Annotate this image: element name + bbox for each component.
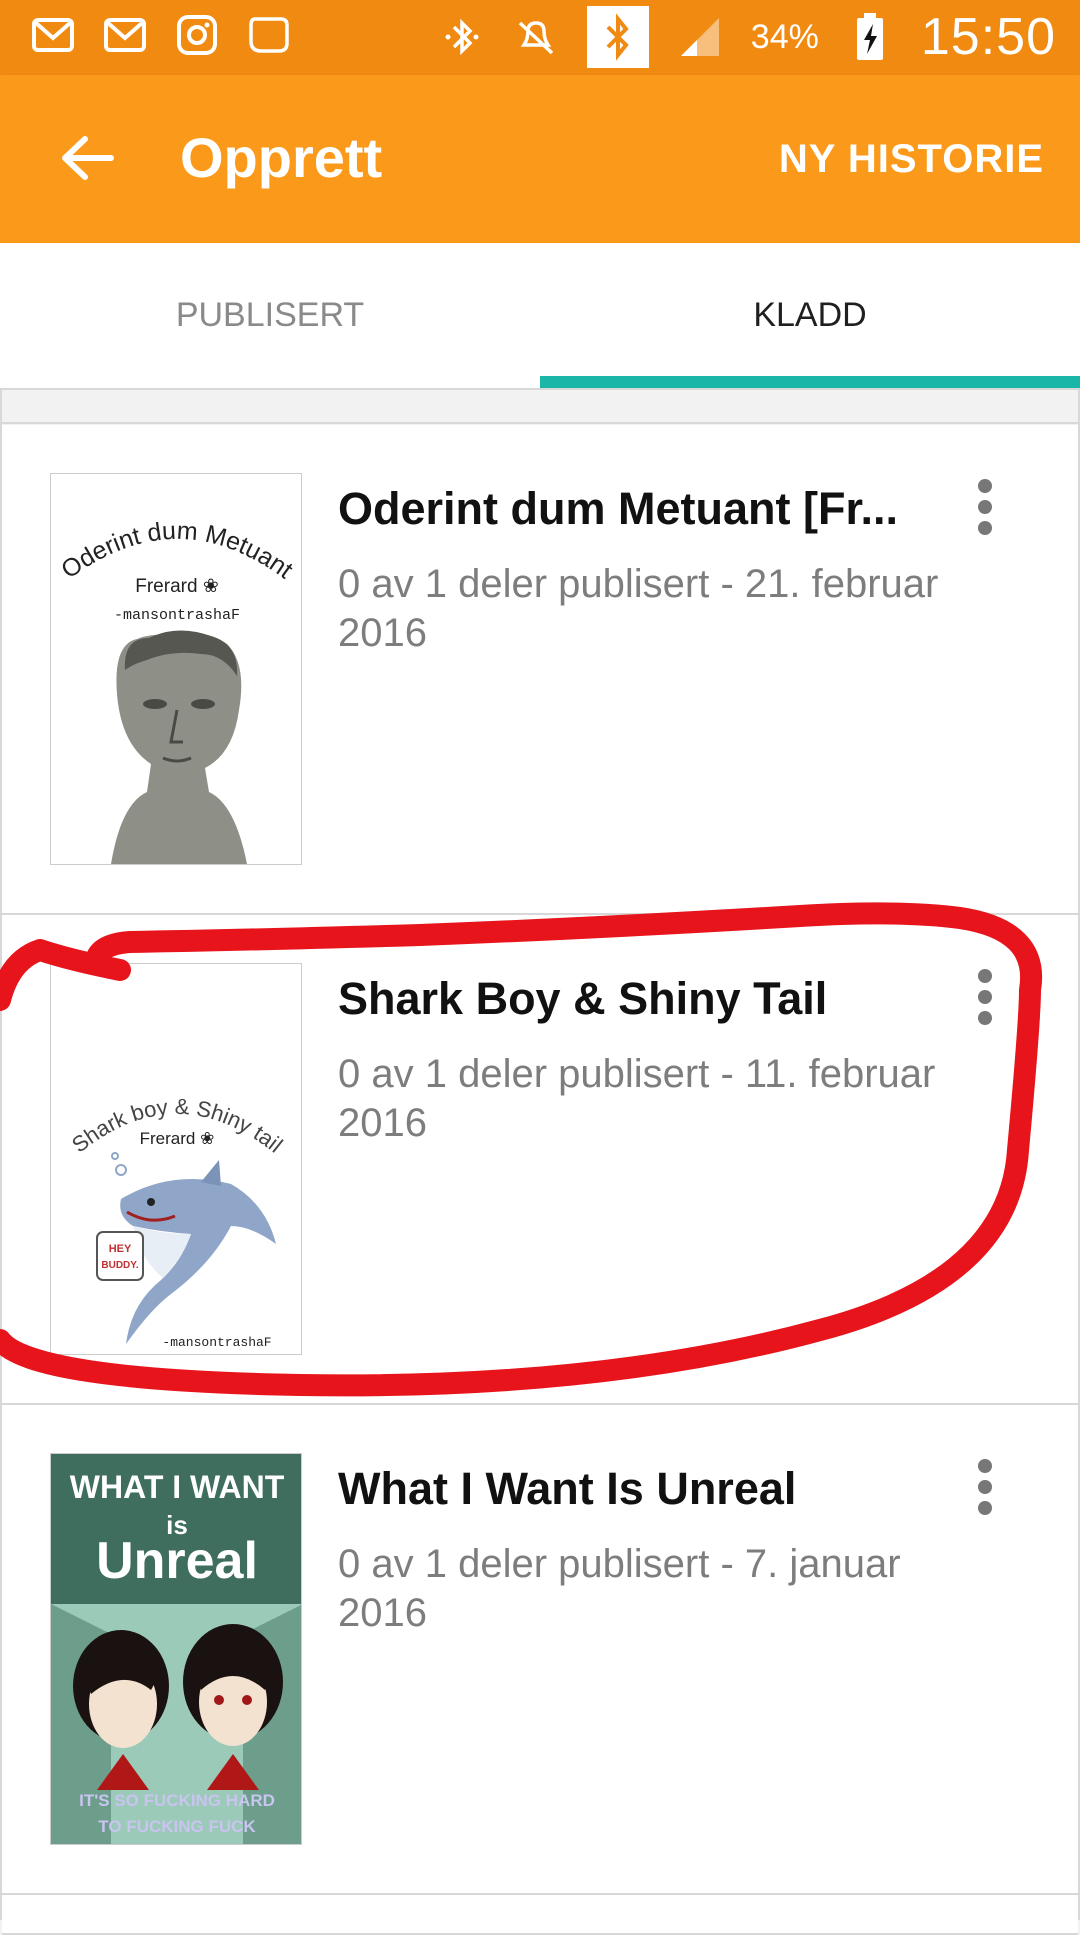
gmail-icon bbox=[30, 12, 76, 58]
story-title: What I Want Is Unreal bbox=[338, 1463, 797, 1514]
status-bar: 34% 15:50 bbox=[0, 0, 1080, 75]
story-cover: WHAT I WANT is Unreal IT'S SO FUCKING HA… bbox=[50, 1453, 302, 1845]
cover-title-top: WHAT I WANT bbox=[70, 1469, 285, 1505]
divider bbox=[2, 422, 1078, 424]
bluetooth-icon bbox=[586, 6, 649, 68]
bust-illustration bbox=[111, 630, 247, 864]
story-meta: 0 av 1 deler publisert - 21. februar 201… bbox=[338, 562, 939, 655]
story-cover: Oderint dum Metuant Frerard ❀ -mansontra… bbox=[50, 473, 302, 865]
instagram-icon bbox=[174, 12, 220, 58]
more-options-icon[interactable] bbox=[962, 471, 1008, 543]
story-meta: 0 av 1 deler publisert - 11. februar 201… bbox=[338, 1052, 936, 1145]
svg-text:IT'S SO FUCKING HARD: IT'S SO FUCKING HARD bbox=[79, 1791, 275, 1810]
tab-bar: PUBLISERT KLADD bbox=[0, 243, 1080, 390]
clock: 15:50 bbox=[920, 8, 1056, 66]
svg-text:Oderint dum Metuant: Oderint dum Metuant bbox=[56, 517, 298, 585]
story-item[interactable]: WHAT I WANT is Unreal IT'S SO FUCKING HA… bbox=[2, 1405, 1078, 1895]
story-item[interactable]: Oderint dum Metuant Frerard ❀ -mansontra… bbox=[2, 425, 1078, 915]
cover-author: -mansontrashaF bbox=[114, 607, 240, 624]
story-cover: Shark boy & Shiny tail Frerard ❀ HEY BUD… bbox=[50, 963, 302, 1355]
speech-bubble: HEY BUDDY. bbox=[96, 1231, 144, 1281]
signal-icon bbox=[677, 14, 723, 60]
bluetooth-icon bbox=[439, 14, 485, 60]
more-options-icon[interactable] bbox=[962, 961, 1008, 1033]
gmail-icon bbox=[102, 12, 148, 58]
story-meta: 0 av 1 deler publisert - 7. januar 2016 bbox=[338, 1542, 901, 1635]
app-bar: Opprett NY HISTORIE bbox=[0, 75, 1080, 243]
chat-bubble-icon bbox=[246, 12, 292, 58]
svg-text:BUDDY.: BUDDY. bbox=[101, 1260, 138, 1271]
cover-subtitle: Frerard ❀ bbox=[140, 1129, 215, 1148]
page-title: Opprett bbox=[180, 126, 383, 189]
battery-percent: 34% bbox=[750, 17, 819, 56]
tab-drafts[interactable]: KLADD bbox=[540, 243, 1080, 388]
tab-published[interactable]: PUBLISERT bbox=[0, 243, 540, 388]
story-title: Shark Boy & Shiny Tail bbox=[338, 973, 828, 1024]
cover-subtitle: Frerard ❀ bbox=[135, 576, 219, 597]
back-button[interactable] bbox=[54, 125, 120, 191]
tab-indicator bbox=[540, 376, 1080, 388]
new-story-button[interactable]: NY HISTORIE bbox=[779, 137, 1044, 182]
svg-text:HEY: HEY bbox=[109, 1243, 132, 1255]
arrow-back-icon bbox=[62, 136, 114, 180]
cover-title-big: Unreal bbox=[96, 1532, 258, 1590]
battery-charging-icon bbox=[847, 13, 893, 60]
cover-author: -mansontrashaF bbox=[162, 1335, 271, 1350]
story-item[interactable] bbox=[2, 1895, 1078, 1935]
svg-text:TO FUCKING FUCK: TO FUCKING FUCK bbox=[98, 1817, 256, 1836]
mute-icon bbox=[513, 14, 559, 60]
more-options-icon[interactable] bbox=[962, 1451, 1008, 1523]
story-item[interactable]: Shark boy & Shiny tail Frerard ❀ HEY BUD… bbox=[2, 915, 1078, 1405]
story-list: Oderint dum Metuant Frerard ❀ -mansontra… bbox=[0, 390, 1080, 1935]
cover-title: Oderint dum Metuant bbox=[56, 517, 298, 585]
story-title: Oderint dum Metuant [Fr... bbox=[338, 483, 898, 534]
